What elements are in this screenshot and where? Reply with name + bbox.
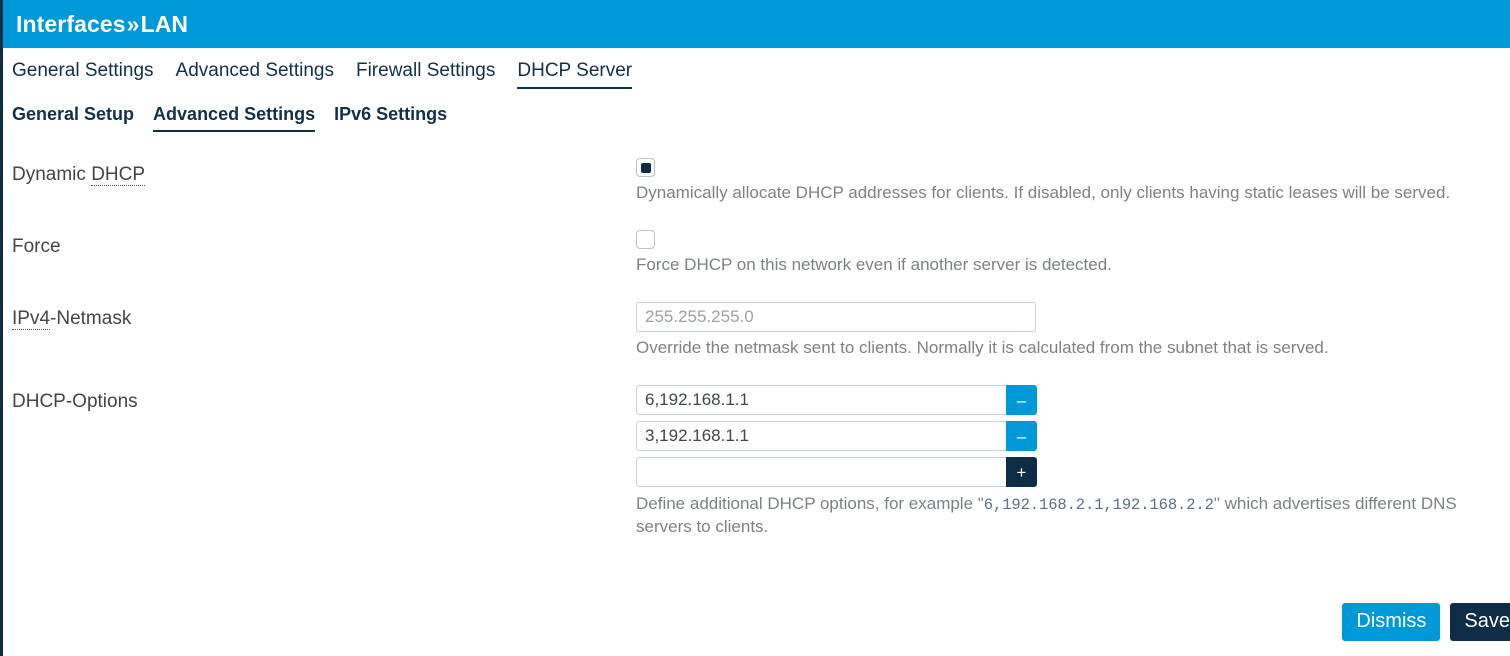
dhcp-option-row: – (636, 421, 1510, 451)
form-row-ipv4-netmask: IPv4-Netmask Override the netmask sent t… (12, 302, 1510, 359)
hint-force: Force DHCP on this network even if anoth… (636, 255, 1112, 274)
ipv4-netmask-input[interactable] (636, 302, 1036, 332)
label-dynamic-dhcp-abbr: DHCP (91, 164, 146, 186)
tab-dhcp-server[interactable]: DHCP Server (517, 60, 633, 89)
breadcrumb-parent: Interfaces (16, 10, 126, 37)
dhcp-options-list: – – + (636, 385, 1510, 487)
save-button[interactable]: Save (1450, 603, 1510, 641)
label-netmask-suffix: -Netmask (50, 308, 132, 329)
field-ipv4-netmask: Override the netmask sent to clients. No… (636, 302, 1510, 359)
subtab-general-setup[interactable]: General Setup (12, 103, 134, 132)
form-row-force: Force Force DHCP on this network even if… (12, 230, 1510, 276)
hint-ipv4-netmask: Override the netmask sent to clients. No… (636, 338, 1329, 357)
label-dynamic-dhcp: Dynamic DHCP (12, 158, 636, 187)
form-actions: Dismiss Save (1342, 603, 1510, 641)
dhcp-option-row: – (636, 385, 1510, 415)
page-header: Interfaces»LAN (0, 0, 1510, 48)
label-force: Force (12, 236, 61, 257)
breadcrumb-current: LAN (140, 10, 189, 37)
field-dynamic-dhcp: Dynamically allocate DHCP addresses for … (636, 158, 1510, 204)
form-row-dhcp-options: DHCP-Options – – + Define additional DHC… (12, 385, 1510, 538)
checkbox-knob-icon (640, 162, 651, 173)
add-option-button[interactable]: + (1006, 457, 1037, 487)
label-ipv4-abbr: IPv4 (12, 308, 51, 330)
checkbox-knob-icon (641, 235, 651, 245)
checkbox-force[interactable] (636, 230, 655, 249)
form-row-dynamic-dhcp: Dynamic DHCP Dynamically allocate DHCP a… (12, 158, 1510, 204)
tab-advanced-settings[interactable]: Advanced Settings (176, 60, 334, 89)
tab-general-settings[interactable]: General Settings (12, 60, 154, 89)
dhcp-option-input[interactable] (636, 385, 1006, 415)
hint-dynamic-dhcp: Dynamically allocate DHCP addresses for … (636, 183, 1451, 202)
checkbox-dynamic-dhcp[interactable] (636, 158, 655, 177)
hint-dhcp-options: Define additional DHCP options, for exam… (636, 493, 1510, 538)
tab-firewall-settings[interactable]: Firewall Settings (356, 60, 495, 89)
label-dynamic-dhcp-prefix: Dynamic (12, 164, 92, 185)
dhcp-option-input[interactable] (636, 421, 1006, 451)
subtab-ipv6-settings[interactable]: IPv6 Settings (334, 103, 447, 132)
dhcp-option-new-input[interactable] (636, 457, 1006, 487)
primary-tab-bar: General Settings Advanced Settings Firew… (0, 60, 1510, 89)
breadcrumb: Interfaces»LAN (16, 11, 188, 38)
left-accent-rail (0, 0, 3, 656)
dhcp-option-row-new: + (636, 457, 1510, 487)
hint-dhcp-options-example: 6,192.168.2.1,192.168.2.2 (983, 496, 1214, 514)
subtab-advanced-settings[interactable]: Advanced Settings (153, 103, 316, 132)
field-dhcp-options: – – + Define additional DHCP options, fo… (636, 385, 1510, 538)
field-force: Force DHCP on this network even if anoth… (636, 230, 1510, 276)
remove-option-button[interactable]: – (1006, 421, 1037, 451)
label-ipv4-netmask: IPv4-Netmask (12, 302, 636, 331)
dismiss-button[interactable]: Dismiss (1342, 603, 1441, 641)
label-dhcp-options: DHCP-Options (12, 391, 138, 412)
breadcrumb-separator-icon: » (126, 10, 140, 37)
hint-dhcp-options-before: Define additional DHCP options, for exam… (636, 494, 984, 513)
secondary-tab-bar: General Setup Advanced Settings IPv6 Set… (0, 103, 1510, 132)
dhcp-advanced-settings-form: Dynamic DHCP Dynamically allocate DHCP a… (0, 158, 1510, 538)
remove-option-button[interactable]: – (1006, 385, 1037, 415)
